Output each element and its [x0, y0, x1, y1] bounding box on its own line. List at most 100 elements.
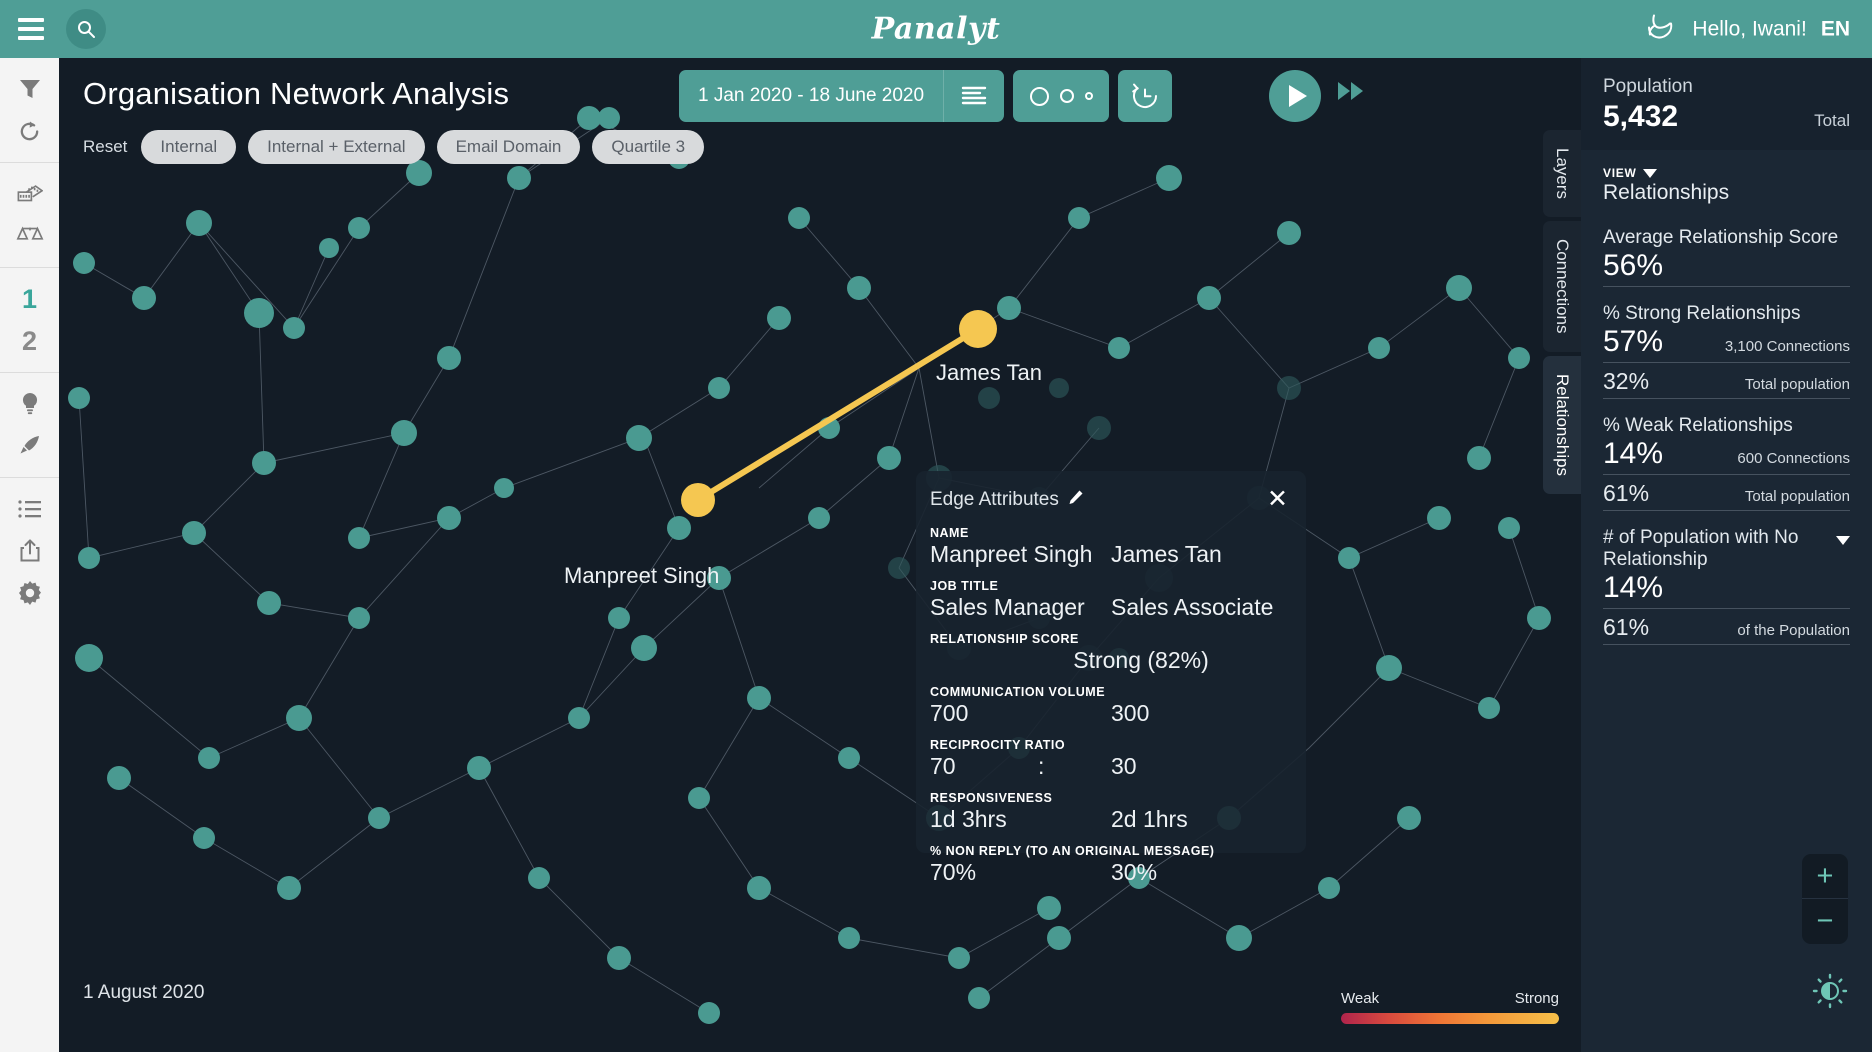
tab-layers[interactable]: Layers [1543, 130, 1581, 218]
ruler-icon[interactable] [7, 173, 53, 215]
population-card: Population 5,432 Total [1581, 58, 1872, 150]
size-small[interactable] [1084, 92, 1093, 100]
gear-icon[interactable] [7, 572, 53, 614]
attr-label: COMMUNICATION VOLUME [930, 685, 1106, 699]
metric-note: 600 Connections [1737, 450, 1850, 467]
node-size-icon[interactable] [1013, 70, 1110, 122]
date-range-value: 1 Jan 2020 - 18 June 2020 [698, 85, 925, 106]
attr-job-left: Sales Manager [930, 594, 1085, 620]
zoom-controls: + − [1802, 854, 1848, 944]
attr-ratio-right: 30 [1111, 753, 1137, 779]
scales-icon[interactable] [7, 215, 53, 257]
canvas-date-label: 1 August 2020 [83, 982, 205, 1003]
attr-job-title: JOB TITLE Sales Manager Sales Associate [930, 579, 1292, 621]
reset-button[interactable]: Reset [83, 137, 127, 157]
panel-body: VIEW Relationships Average Relationship … [1581, 150, 1872, 645]
top-header: Panalyt Hello, Iwani! EN [0, 0, 1872, 58]
attr-reciprocity-ratio: RECIPROCITY RATIO 70 : 30 [930, 738, 1292, 780]
filter-lines-icon[interactable] [944, 85, 1004, 107]
number-two-icon[interactable]: 2 [7, 320, 53, 362]
metric-label: Average Relationship Score [1603, 227, 1839, 248]
metric-label: % Weak Relationships [1603, 415, 1793, 436]
chevron-down-icon[interactable] [1643, 168, 1658, 178]
tab-relationships[interactable]: Relationships [1543, 355, 1581, 494]
popup-title: Edge Attributes [930, 488, 1059, 510]
number-one-icon[interactable]: 1 [7, 278, 53, 320]
swan-logo-icon [1644, 12, 1678, 47]
language-selector[interactable]: EN [1821, 17, 1850, 41]
page-title: Organisation Network Analysis [83, 76, 510, 111]
size-large[interactable] [1029, 86, 1049, 106]
rocket-icon[interactable] [7, 425, 53, 467]
play-icon[interactable] [1269, 70, 1321, 122]
metric-second-value: 32% [1603, 368, 1650, 394]
fast-forward-icon[interactable] [1337, 80, 1365, 107]
attr-label: % NON REPLY (TO AN ORIGINAL MESSAGE) [930, 844, 1215, 858]
population-label: Population [1603, 76, 1693, 97]
metric-second-value: 61% [1603, 614, 1650, 640]
attr-ratio-separator: : [1038, 753, 1045, 779]
chevron-down-icon[interactable] [1836, 536, 1850, 545]
network-graph-canvas[interactable]: Organisation Network Analysis Reset Inte… [59, 58, 1581, 1052]
date-range-selector[interactable]: 1 Jan 2020 - 18 June 2020 [679, 70, 1005, 122]
attr-non-reply: % NON REPLY (TO AN ORIGINAL MESSAGE) 70%… [930, 844, 1292, 886]
attr-label: JOB TITLE [930, 579, 999, 593]
view-selector[interactable]: VIEW [1603, 166, 1850, 180]
attr-resp-left: 1d 3hrs [930, 806, 1007, 832]
metric-label: % Strong Relationships [1603, 303, 1801, 324]
chip-internal-external[interactable]: Internal + External [248, 130, 425, 164]
lightbulb-icon[interactable] [7, 383, 53, 425]
tab-connections[interactable]: Connections [1543, 221, 1581, 352]
zoom-in-button[interactable]: + [1802, 854, 1848, 899]
network-graph-svg [68, 106, 1551, 1024]
pencil-icon[interactable] [1068, 490, 1083, 510]
attr-communication-volume: COMMUNICATION VOLUME 700 300 [930, 685, 1292, 727]
size-medium[interactable] [1059, 89, 1074, 103]
brightness-icon[interactable] [1812, 973, 1848, 1014]
search-icon[interactable] [66, 9, 106, 49]
metric-second-value: 61% [1603, 480, 1650, 506]
zoom-out-button[interactable]: − [1802, 899, 1848, 944]
attr-name-left: Manpreet Singh [930, 541, 1093, 567]
right-stats-panel: Population 5,432 Total VIEW Relationship… [1581, 58, 1872, 1052]
view-label: VIEW [1603, 166, 1637, 180]
rail-group-4 [0, 373, 59, 478]
highlighted-node-james [959, 310, 997, 348]
app-logo: Panalyt [871, 11, 1001, 47]
attr-nonreply-left: 70% [930, 859, 977, 885]
rail-group-1 [0, 58, 59, 163]
metric-no-relationship: # of Population with No Relationship 14%… [1603, 527, 1850, 645]
rail-number-1-label: 1 [21, 283, 38, 314]
chip-internal[interactable]: Internal [141, 130, 237, 164]
metric-average-relationship-score: Average Relationship Score 56% [1603, 227, 1850, 287]
share-icon[interactable] [7, 530, 53, 572]
node-label-james: James Tan [936, 360, 1042, 385]
attr-job-right: Sales Associate [1111, 594, 1274, 620]
attr-name: NAME Manpreet Singh James Tan [930, 526, 1292, 568]
attr-name-right: James Tan [1111, 541, 1222, 567]
attr-ratio-left-value: 70 [930, 753, 956, 779]
highlighted-node-manpreet [681, 483, 715, 517]
rail-number-2-label: 2 [21, 325, 38, 356]
population-sub: Total [1814, 111, 1850, 130]
node-label-manpreet: Manpreet Singh [564, 563, 720, 588]
left-icon-rail: 1 2 [0, 58, 59, 1052]
popup-header: Edge Attributes ✕ [930, 487, 1292, 512]
attr-label: RECIPROCITY RATIO [930, 738, 1066, 752]
metric-weak-relationships: % Weak Relationships 14% 600 Connections… [1603, 415, 1850, 511]
refresh-icon[interactable] [7, 110, 53, 152]
hamburger-icon[interactable] [18, 18, 44, 40]
view-value: Relationships [1603, 181, 1730, 204]
metric-label: # of Population with No Relationship [1603, 527, 1799, 570]
list-icon[interactable] [7, 488, 53, 530]
filter-icon[interactable] [7, 68, 53, 110]
attr-relationship-score: RELATIONSHIP SCORE Strong (82%) [930, 632, 1292, 674]
chip-email-domain[interactable]: Email Domain [436, 130, 581, 164]
close-icon[interactable]: ✕ [1263, 487, 1292, 512]
chip-quartile-3[interactable]: Quartile 3 [592, 130, 705, 164]
attr-label: RESPONSIVENESS [930, 791, 1053, 805]
history-rewind-icon[interactable] [1118, 70, 1173, 122]
filter-chip-bar: Reset Internal Internal + External Email… [83, 130, 705, 164]
edge-attributes-popup: Edge Attributes ✕ NAME Manpreet Singh Ja… [916, 471, 1306, 885]
play-triangle [1288, 85, 1307, 107]
